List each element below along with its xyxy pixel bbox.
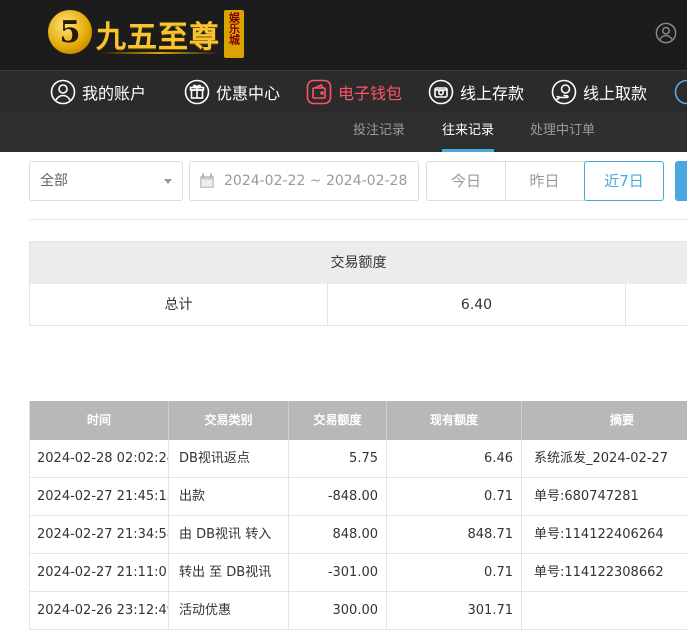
cell-type: 活动优惠 bbox=[169, 592, 289, 630]
brand-name: 九五至尊 bbox=[96, 20, 220, 55]
cell-amount: 5.75 bbox=[289, 440, 387, 478]
nav-online-withdraw[interactable]: 线上取款 bbox=[551, 71, 647, 113]
col-memo: 摘要 bbox=[609, 413, 634, 427]
deposit-icon bbox=[428, 79, 454, 105]
cell-time: 2024-02-27 21:45:15 bbox=[30, 478, 169, 516]
nav-promotions[interactable]: 优惠中心 bbox=[184, 71, 280, 113]
tab-bet-records[interactable]: 投注记录 bbox=[353, 112, 405, 152]
account-avatar-icon[interactable] bbox=[655, 22, 677, 44]
cell-type: 由 DB视讯 转入 bbox=[169, 516, 289, 554]
cell-memo: 单号:680747281 bbox=[534, 489, 639, 504]
table-row: 2024-02-26 23:12:49 活动优惠 300.00 301.71 bbox=[30, 592, 687, 630]
col-balance: 现有额度 bbox=[387, 401, 522, 440]
select-value: 全部 bbox=[40, 173, 68, 189]
transaction-type-select[interactable]: 全部 bbox=[29, 161, 183, 201]
quick-yesterday-button[interactable]: 昨日 bbox=[505, 161, 585, 201]
summary-header: 交易额度 bbox=[30, 242, 687, 284]
nav-label: 电子钱包 bbox=[338, 84, 403, 103]
nav-e-wallet[interactable]: 电子钱包 bbox=[306, 71, 402, 113]
wallet-icon bbox=[306, 79, 332, 105]
cell-amount: 300.00 bbox=[289, 592, 387, 630]
divider bbox=[29, 219, 687, 220]
cell-type: 转出 至 DB视讯 bbox=[169, 554, 289, 592]
cell-memo: 单号:114122308662 bbox=[534, 565, 664, 580]
main-nav: 我的账户 优惠中心 电子钱包 线上存款 线上取款 bbox=[0, 70, 687, 112]
quick-today-button[interactable]: 今日 bbox=[426, 161, 506, 201]
logo-mark: 5 bbox=[48, 10, 92, 54]
records-table: 时间 交易类别 交易额度 现有额度 摘要 2024-02-28 02:02:24… bbox=[29, 401, 687, 630]
date-range-input[interactable]: 2024-02-22 ~ 2024-02-28 bbox=[189, 161, 419, 201]
brand-badge: 娱乐城 bbox=[224, 10, 244, 58]
nav-label: 优惠中心 bbox=[216, 84, 281, 103]
tab-transaction-records[interactable]: 往来记录 bbox=[442, 112, 495, 152]
nav-label: 线上取款 bbox=[583, 84, 648, 103]
search-button[interactable] bbox=[675, 161, 687, 201]
col-type: 交易类别 bbox=[169, 401, 289, 440]
nav-my-account[interactable]: 我的账户 bbox=[50, 71, 146, 113]
cell-amount: -848.00 bbox=[289, 478, 387, 516]
nav-label: 线上存款 bbox=[460, 84, 525, 103]
cell-balance: 848.71 bbox=[387, 516, 522, 554]
user-circle-icon bbox=[50, 79, 76, 105]
cell-balance: 6.46 bbox=[387, 440, 522, 478]
table-row: 2024-02-27 21:11:01 转出 至 DB视讯 -301.00 0.… bbox=[30, 554, 687, 592]
cell-amount: -301.00 bbox=[289, 554, 387, 592]
cell-type: DB视讯返点 bbox=[169, 440, 289, 478]
summary-extra-cell bbox=[626, 284, 687, 326]
cell-type: 出款 bbox=[169, 478, 289, 516]
cell-memo: 系统派发_2024-02-27 bbox=[534, 451, 669, 466]
summary-label: 总计 bbox=[30, 284, 328, 326]
cell-time: 2024-02-27 21:34:58 bbox=[30, 516, 169, 554]
summary-row: 总计 6.40 bbox=[30, 284, 687, 326]
cell-time: 2024-02-28 02:02:24 bbox=[30, 440, 169, 478]
date-range-value: 2024-02-22 ~ 2024-02-28 bbox=[224, 173, 408, 189]
records-header: 时间 交易类别 交易额度 现有额度 摘要 bbox=[30, 401, 687, 440]
cell-balance: 0.71 bbox=[387, 554, 522, 592]
nav-label: 我的账户 bbox=[82, 84, 147, 103]
cell-memo bbox=[522, 592, 687, 630]
col-amount: 交易额度 bbox=[289, 401, 387, 440]
cell-balance: 0.71 bbox=[387, 478, 522, 516]
summary-table: 交易额度 总计 6.40 bbox=[29, 241, 687, 326]
sub-nav: 投注记录 往来记录 处理中订单 bbox=[0, 112, 687, 152]
logo-underline bbox=[100, 52, 220, 54]
cell-time: 2024-02-26 23:12:49 bbox=[30, 592, 169, 630]
calendar-icon bbox=[200, 173, 214, 188]
quick-last7days-button[interactable]: 近7日 bbox=[584, 161, 664, 201]
nav-more[interactable] bbox=[674, 71, 687, 113]
more-nav-icon bbox=[674, 79, 687, 105]
caret-down-icon bbox=[164, 179, 172, 184]
table-row: 2024-02-28 02:02:24 DB视讯返点 5.75 6.46 系统派… bbox=[30, 440, 687, 478]
gift-icon bbox=[184, 79, 210, 105]
withdraw-icon bbox=[551, 79, 577, 105]
cell-time: 2024-02-27 21:11:01 bbox=[30, 554, 169, 592]
cell-balance: 301.71 bbox=[387, 592, 522, 630]
cell-amount: 848.00 bbox=[289, 516, 387, 554]
cell-memo: 单号:114122406264 bbox=[534, 527, 664, 542]
tab-pending-orders[interactable]: 处理中订单 bbox=[530, 112, 595, 152]
top-bar: 5 九五至尊 娱乐城 bbox=[0, 0, 687, 70]
nav-online-deposit[interactable]: 线上存款 bbox=[428, 71, 524, 113]
table-row: 2024-02-27 21:45:15 出款 -848.00 0.71 单号:6… bbox=[30, 478, 687, 516]
brand-badge-text: 娱乐城 bbox=[227, 12, 241, 45]
col-time: 时间 bbox=[30, 401, 169, 440]
table-row: 2024-02-27 21:34:58 由 DB视讯 转入 848.00 848… bbox=[30, 516, 687, 554]
summary-value: 6.40 bbox=[328, 284, 626, 326]
